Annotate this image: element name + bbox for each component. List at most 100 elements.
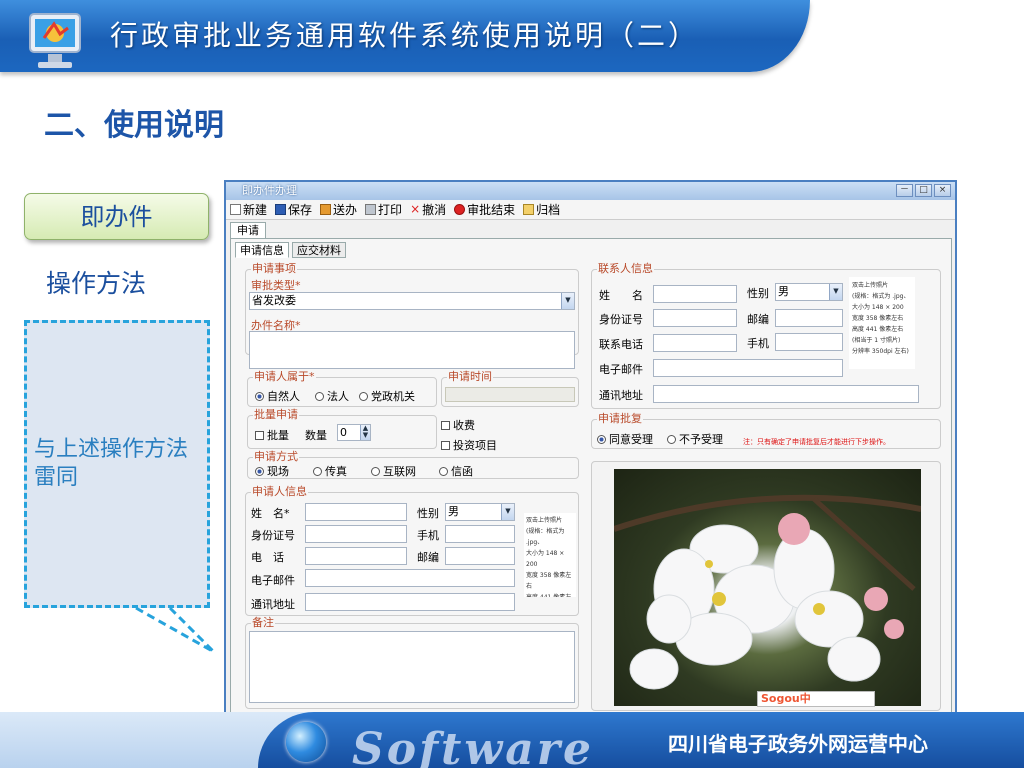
fee-checkbox[interactable]: 收费 <box>441 417 475 433</box>
radio-label: 法人 <box>327 390 349 403</box>
applicant-photo-box[interactable]: 双击上传照片 (规格：格式为 .jpg、 大小为 148 × 200 宽度 35… <box>524 513 576 597</box>
cancel-label: 撤消 <box>422 203 447 217</box>
ime-toolbar[interactable]: Sogou中 <box>757 691 875 707</box>
checkbox-icon <box>441 441 450 450</box>
app-window: 即办件办理 － □ × 新建 保存 送办 打印 × 撤消 审批结束 归档 申请 申… <box>224 180 957 716</box>
end-approval-button[interactable]: 审批结束 <box>454 201 515 218</box>
tab-application-info[interactable]: 申请信息 <box>235 242 289 258</box>
tab-panel: 申请信息 应交材料 申请事项 审批类型* 省发改委 ▼ 办件名称* 申请人属于* … <box>230 238 952 714</box>
contact-gender-select[interactable]: 男 ▼ <box>775 283 843 301</box>
radio-fax[interactable]: 传真 <box>313 463 347 479</box>
contact-phone-input[interactable] <box>653 334 737 352</box>
address-input[interactable] <box>305 593 515 611</box>
contact-address-label: 通讯地址 <box>599 389 643 402</box>
archive-button[interactable]: 归档 <box>523 201 560 218</box>
blossom-image <box>614 494 921 690</box>
contact-phone-label: 联系电话 <box>599 338 643 351</box>
slide: 行政审批业务通用软件系统使用说明（二） 二、使用说明 即办件 操作方法 与上述操… <box>0 0 1024 768</box>
chevron-down-icon: ▼ <box>561 293 574 309</box>
reply-note: 注：只有确定了申请批复后才能进行下步操作。 <box>743 438 890 446</box>
phone-input[interactable] <box>305 547 407 565</box>
window-titlebar: 即办件办理 － □ × <box>226 182 955 200</box>
radio-icon <box>597 435 606 444</box>
save-button[interactable]: 保存 <box>275 201 312 218</box>
postcode-input[interactable] <box>445 547 515 565</box>
gender-label: 性别 <box>417 507 439 520</box>
photo-note-line: 大小为 148 × 200 <box>852 304 904 311</box>
radio-letter[interactable]: 信函 <box>439 463 473 479</box>
monitor-logo-icon <box>29 13 81 68</box>
fee-label: 收费 <box>453 419 475 432</box>
photo-note-line: 分辨率 350dpi 左右) <box>852 348 909 355</box>
radio-onsite[interactable]: 现场 <box>255 463 289 479</box>
radio-legal-person[interactable]: 法人 <box>315 388 349 404</box>
section-title: 二、使用说明 <box>44 108 224 143</box>
radio-reject[interactable]: 不予受理 <box>667 431 723 447</box>
window-controls: － □ × <box>896 184 951 197</box>
approval-type-select[interactable]: 省发改委 ▼ <box>249 292 575 310</box>
radio-label: 信函 <box>451 465 473 478</box>
email-input[interactable] <box>305 569 515 587</box>
case-name-input[interactable] <box>249 331 575 369</box>
applicant-type-title: 申请人属于* <box>253 370 316 384</box>
cancel-button[interactable]: × 撤消 <box>410 201 446 218</box>
contact-name-input[interactable] <box>653 285 737 303</box>
radio-icon <box>359 392 368 401</box>
contact-mobile-input[interactable] <box>775 333 843 351</box>
radio-label: 自然人 <box>267 390 300 403</box>
send-button[interactable]: 送办 <box>320 201 357 218</box>
gender-select[interactable]: 男 ▼ <box>445 503 515 521</box>
tab-apply[interactable]: 申请 <box>230 222 266 239</box>
radio-icon <box>667 435 676 444</box>
invest-checkbox[interactable]: 投资项目 <box>441 437 497 453</box>
new-doc-icon <box>230 204 241 215</box>
callout-tail <box>135 606 216 654</box>
maximize-button[interactable]: □ <box>915 184 932 197</box>
close-button[interactable]: × <box>934 184 951 197</box>
new-label: 新建 <box>243 203 268 217</box>
tab-materials[interactable]: 应交材料 <box>292 242 346 258</box>
radio-label: 党政机关 <box>371 390 415 403</box>
radio-icon <box>439 467 448 476</box>
batch-checkbox[interactable]: 批量 <box>255 427 289 443</box>
toolbar: 新建 保存 送办 打印 × 撤消 审批结束 归档 <box>226 200 955 220</box>
print-icon <box>365 204 377 215</box>
contact-email-input[interactable] <box>653 359 843 377</box>
minimize-button[interactable]: － <box>896 184 913 197</box>
contact-id-input[interactable] <box>653 309 737 327</box>
save-icon <box>275 204 287 215</box>
reply-group-title: 申请批复 <box>597 412 643 426</box>
photo-note-line: (规格：格式为 .jpg、 <box>526 528 565 546</box>
mobile-input[interactable] <box>445 525 515 543</box>
radio-internet[interactable]: 互联网 <box>371 463 416 479</box>
end-label: 审批结束 <box>467 203 516 217</box>
radio-natural-person[interactable]: 自然人 <box>255 388 300 404</box>
contact-name-label: 姓 名 <box>599 289 643 302</box>
contact-address-input[interactable] <box>653 385 919 403</box>
print-button[interactable]: 打印 <box>365 201 402 218</box>
remark-input[interactable] <box>249 631 575 703</box>
radio-icon <box>255 467 264 476</box>
applicant-group-title: 申请人信息 <box>251 485 308 499</box>
photo-note-line: 高度 441 像素左右 <box>852 326 904 333</box>
contact-postcode-label: 邮编 <box>747 313 769 326</box>
radio-accept[interactable]: 同意受理 <box>597 431 653 447</box>
id-input[interactable] <box>305 525 407 543</box>
new-button[interactable]: 新建 <box>230 201 267 218</box>
contact-email-label: 电子邮件 <box>599 363 643 376</box>
checkbox-icon <box>441 421 450 430</box>
method-heading: 操作方法 <box>46 269 147 298</box>
radio-label: 互联网 <box>383 465 416 478</box>
contact-photo-box[interactable]: 双击上传照片 (规格：格式为 .jpg、 大小为 148 × 200 宽度 35… <box>849 277 915 369</box>
qty-value: 0 <box>340 426 347 439</box>
contact-postcode-input[interactable] <box>775 309 843 327</box>
send-icon <box>320 204 332 215</box>
qty-stepper[interactable]: 0 ▲ ▼ <box>337 424 371 441</box>
callout-text: 与上述操作方法雷同 <box>34 437 189 490</box>
name-input[interactable] <box>305 503 407 521</box>
radio-label: 不予受理 <box>679 433 723 446</box>
contact-id-label: 身份证号 <box>599 313 643 326</box>
photo-note-line: 宽度 358 像素左右 <box>526 572 572 590</box>
radio-party-org[interactable]: 党政机关 <box>359 388 415 404</box>
method-title: 申请方式 <box>253 450 299 464</box>
